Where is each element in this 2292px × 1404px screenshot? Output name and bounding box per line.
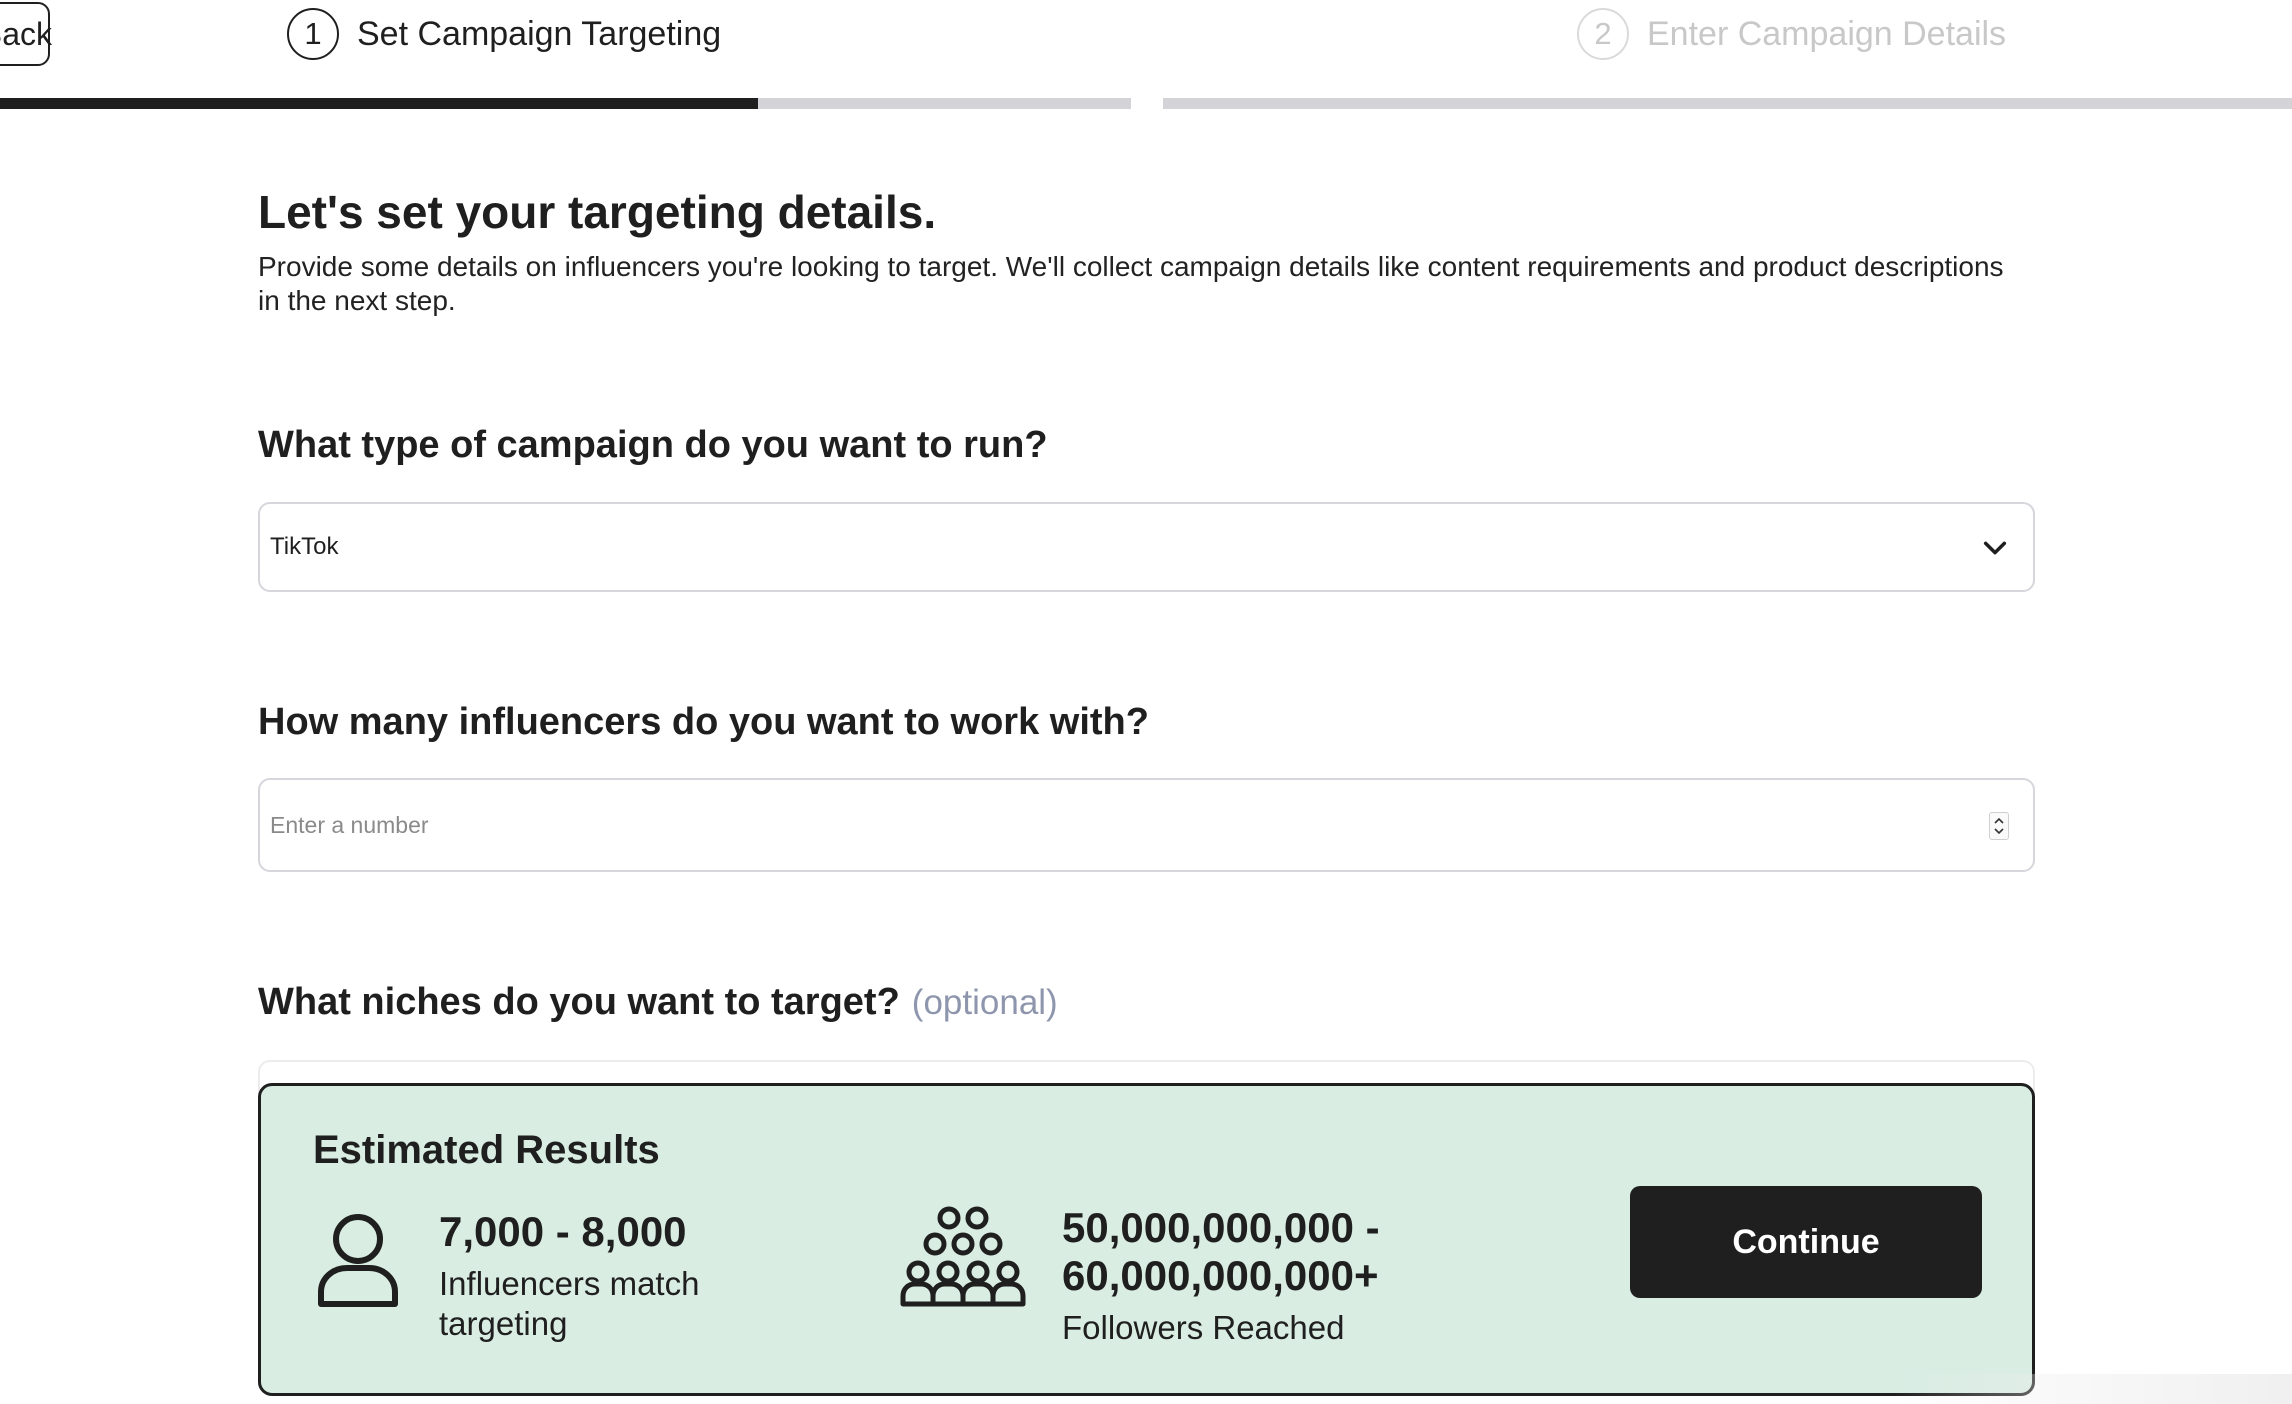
estimated-results-card: Estimated Results 7,000 - 8,000 Influenc… — [258, 1083, 2035, 1396]
influencer-count-field — [258, 778, 2035, 872]
followers-metric-text: 50,000,000,000 - 60,000,000,000+ Followe… — [1062, 1204, 1492, 1348]
page-title: Let's set your targeting details. — [258, 186, 937, 238]
followers-reached-value: 50,000,000,000 - 60,000,000,000+ — [1062, 1204, 1380, 1299]
niches-question-label: What niches do you want to target? — [258, 981, 900, 1023]
step-1-label: Set Campaign Targeting — [357, 14, 722, 53]
followers-reached-metric: 50,000,000,000 - 60,000,000,000+ Followe… — [898, 1204, 1492, 1348]
step-2-number: 2 — [1577, 8, 1629, 60]
influencers-metric-text: 7,000 - 8,000 Influencers match targetin… — [439, 1208, 739, 1344]
step-1-number: 1 — [287, 8, 339, 60]
influencer-count-question: How many influencers do you want to work… — [258, 701, 1149, 743]
back-button[interactable]: Back — [0, 2, 52, 66]
bottom-edge-shadow — [1892, 1374, 2292, 1404]
step-1-progress-fill — [0, 98, 758, 109]
influencers-match-label: Influencers match targeting — [439, 1265, 700, 1342]
influencers-match-value: 7,000 - 8,000 — [439, 1208, 687, 1255]
niches-question: What niches do you want to target? (optio… — [258, 977, 1058, 1028]
step-2-progress-track — [1163, 98, 2292, 109]
campaign-type-question: What type of campaign do you want to run… — [258, 424, 1048, 466]
influencer-count-input[interactable] — [260, 780, 1940, 870]
step-2-label: Enter Campaign Details — [1647, 14, 2007, 53]
step-1-progress-track — [0, 98, 1131, 109]
continue-button[interactable]: Continue — [1630, 1186, 1982, 1298]
chevron-down-icon — [1983, 541, 2007, 555]
estimated-results-title: Estimated Results — [313, 1128, 660, 1172]
step-set-campaign-targeting[interactable]: 1 Set Campaign Targeting — [287, 6, 721, 62]
page-description: Provide some details on influencers you'… — [258, 251, 2004, 316]
step-enter-campaign-details[interactable]: 2 Enter Campaign Details — [1577, 6, 2006, 62]
back-button-label: Back — [0, 16, 52, 52]
crowd-icon — [900, 1206, 1026, 1307]
campaign-targeting-page: Back 1 Set Campaign Targeting 2 Enter Ca… — [0, 0, 2292, 1404]
influencers-match-metric: 7,000 - 8,000 Influencers match targetin… — [313, 1208, 739, 1344]
campaign-type-selected-value: TikTok — [270, 533, 339, 560]
person-icon — [318, 1214, 398, 1307]
optional-label: (optional) — [911, 983, 1058, 1022]
spinner-icon[interactable] — [1989, 812, 2009, 840]
campaign-type-select[interactable]: TikTok — [258, 502, 2035, 592]
followers-reached-label: Followers Reached — [1062, 1309, 1345, 1346]
intro-section: Let's set your targeting details. Provid… — [258, 180, 2035, 318]
